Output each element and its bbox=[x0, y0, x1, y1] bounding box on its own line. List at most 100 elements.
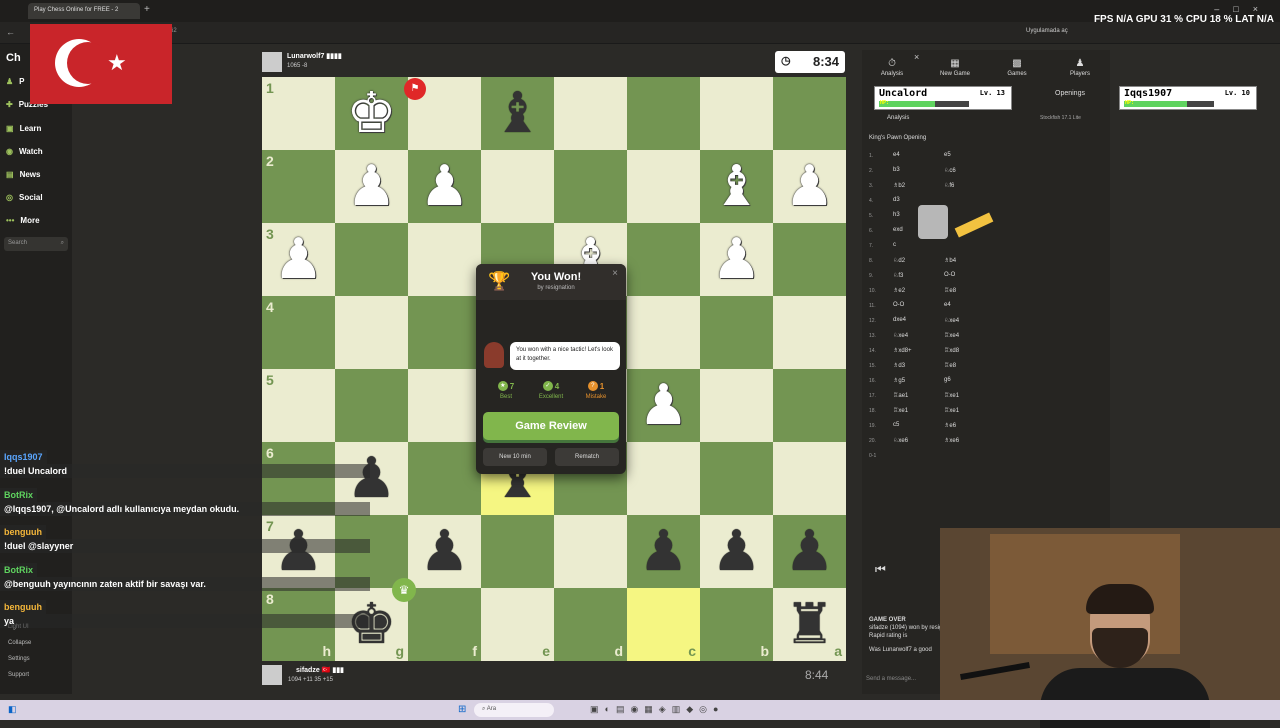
board-square[interactable] bbox=[627, 223, 700, 296]
board-square[interactable] bbox=[408, 369, 481, 442]
chat-username[interactable]: BotRix bbox=[4, 565, 33, 575]
nav-learn[interactable]: ▣ Learn bbox=[6, 124, 41, 133]
nav-social[interactable]: ◎ Social bbox=[6, 193, 43, 202]
white-bishop[interactable]: ♝ bbox=[700, 150, 773, 223]
black-bishop[interactable]: ♝ bbox=[481, 77, 554, 150]
board-square[interactable] bbox=[481, 515, 554, 588]
board-square[interactable] bbox=[408, 442, 481, 515]
white-pawn[interactable]: ♟ bbox=[335, 150, 408, 223]
avatar[interactable] bbox=[262, 665, 282, 685]
close-icon[interactable]: × bbox=[612, 268, 618, 279]
back-arrow-icon[interactable]: ← bbox=[6, 27, 15, 37]
board-square[interactable]: d bbox=[554, 588, 627, 661]
nav-watch[interactable]: ◉ Watch bbox=[6, 147, 43, 156]
sidebar-search-input[interactable]: Search ⌕ bbox=[4, 237, 68, 251]
white-move[interactable]: c5 bbox=[893, 422, 899, 428]
board-square[interactable] bbox=[554, 77, 627, 150]
white-move[interactable]: ♗d3 bbox=[893, 362, 905, 369]
board-square[interactable] bbox=[773, 223, 846, 296]
white-move[interactable]: c bbox=[893, 242, 896, 248]
board-square[interactable] bbox=[773, 442, 846, 515]
white-move[interactable]: ♘d2 bbox=[893, 257, 905, 264]
board-square[interactable]: b bbox=[700, 588, 773, 661]
board-square[interactable] bbox=[773, 296, 846, 369]
board-square[interactable]: 1 bbox=[262, 77, 335, 150]
white-move[interactable]: h3 bbox=[893, 212, 900, 218]
tab-games[interactable]: ▩ Games bbox=[992, 58, 1042, 77]
black-move[interactable]: ♘xe4 bbox=[944, 317, 959, 324]
game-review-button[interactable]: Game Review bbox=[483, 412, 619, 440]
board-square[interactable] bbox=[408, 223, 481, 296]
black-move[interactable]: ♘f6 bbox=[944, 182, 954, 189]
tab-analysis[interactable]: ⏱ Analysis bbox=[867, 58, 917, 77]
board-square[interactable] bbox=[554, 515, 627, 588]
board-square[interactable] bbox=[700, 369, 773, 442]
white-pawn[interactable]: ♟ bbox=[408, 150, 481, 223]
black-move[interactable]: e4 bbox=[944, 302, 951, 308]
new-tab-button[interactable]: + bbox=[144, 4, 150, 15]
top-player-name[interactable]: Lunarwolf7 ▮▮▮▮ bbox=[287, 52, 342, 60]
black-move[interactable]: ♖xe4 bbox=[944, 332, 959, 339]
black-move[interactable]: ♗e6 bbox=[944, 422, 956, 429]
black-move[interactable]: ♖xd8 bbox=[944, 347, 959, 354]
white-move[interactable]: ♗xd8+ bbox=[893, 347, 912, 354]
black-move[interactable]: e5 bbox=[944, 152, 951, 158]
board-square[interactable] bbox=[335, 296, 408, 369]
chat-username[interactable]: benguuh bbox=[4, 527, 42, 537]
white-move[interactable]: dxe4 bbox=[893, 317, 906, 323]
white-move[interactable]: ♖xe1 bbox=[893, 407, 908, 414]
nav-play[interactable]: ♟ P bbox=[6, 77, 25, 86]
settings-link[interactable]: Settings bbox=[8, 656, 30, 662]
white-move[interactable]: ♘xe6 bbox=[893, 437, 908, 444]
white-pawn[interactable]: ♟ bbox=[627, 369, 700, 442]
first-move-button[interactable]: ⏮ bbox=[875, 562, 886, 577]
black-pawn[interactable]: ♟ bbox=[773, 515, 846, 588]
white-move[interactable]: e4 bbox=[893, 152, 900, 158]
start-icon[interactable]: ⊞ bbox=[458, 704, 466, 715]
board-square[interactable]: 5 bbox=[262, 369, 335, 442]
black-move[interactable]: ♗xe6 bbox=[944, 437, 959, 444]
nav-more[interactable]: ••• More bbox=[6, 216, 40, 225]
browser-tab[interactable]: Play Chess Online for FREE - 2 bbox=[28, 3, 140, 19]
black-move[interactable]: ♖e8 bbox=[944, 362, 956, 369]
white-move[interactable]: ♘f3 bbox=[893, 272, 903, 279]
openings-tab[interactable]: Openings bbox=[1055, 90, 1085, 97]
black-move[interactable]: ♘c6 bbox=[944, 167, 956, 174]
white-king[interactable]: ♚ bbox=[335, 77, 408, 150]
white-move[interactable]: O-O bbox=[893, 302, 904, 308]
nav-news[interactable]: ▤ News bbox=[6, 170, 40, 179]
black-move[interactable]: ♖e8 bbox=[944, 287, 956, 294]
widgets-icon[interactable]: ◧ bbox=[8, 704, 17, 715]
black-pawn[interactable]: ♟ bbox=[700, 515, 773, 588]
board-square[interactable]: e bbox=[481, 588, 554, 661]
chat-username[interactable]: BotRix bbox=[4, 490, 33, 500]
close-icon[interactable]: × bbox=[914, 52, 919, 62]
black-pawn[interactable]: ♟ bbox=[627, 515, 700, 588]
white-pawn[interactable]: ♟ bbox=[262, 223, 335, 296]
board-square[interactable] bbox=[481, 150, 554, 223]
board-square[interactable] bbox=[773, 77, 846, 150]
tab-players[interactable]: ♟ Players bbox=[1055, 58, 1105, 77]
board-square[interactable] bbox=[700, 442, 773, 515]
chat-username[interactable]: Iqqs1907 bbox=[4, 452, 43, 462]
white-move[interactable]: ♗b2 bbox=[893, 182, 905, 189]
black-move[interactable]: ♖xe1 bbox=[944, 407, 959, 414]
black-move[interactable]: ♗b4 bbox=[944, 257, 956, 264]
black-move[interactable]: O-O bbox=[944, 272, 955, 278]
window-controls[interactable]: –□× bbox=[1214, 4, 1272, 14]
board-square[interactable] bbox=[554, 150, 627, 223]
board-square[interactable]: c bbox=[627, 588, 700, 661]
white-move[interactable]: ♖ae1 bbox=[893, 392, 908, 399]
bottom-player-name[interactable]: sifadze 🇹🇷 ▮▮▮ bbox=[296, 666, 344, 674]
rematch-button[interactable]: Rematch bbox=[555, 448, 619, 466]
board-square[interactable]: 4 bbox=[262, 296, 335, 369]
white-move[interactable]: ♗e2 bbox=[893, 287, 905, 294]
board-square[interactable] bbox=[408, 296, 481, 369]
white-move[interactable]: exd bbox=[893, 227, 903, 233]
white-move[interactable]: d3 bbox=[893, 197, 900, 203]
white-move[interactable]: ♗g5 bbox=[893, 377, 905, 384]
support-link[interactable]: Support bbox=[8, 672, 29, 678]
black-rook[interactable]: ♜ bbox=[773, 588, 846, 661]
collapse-button[interactable]: Collapse bbox=[8, 640, 31, 646]
white-move[interactable]: b3 bbox=[893, 167, 900, 173]
